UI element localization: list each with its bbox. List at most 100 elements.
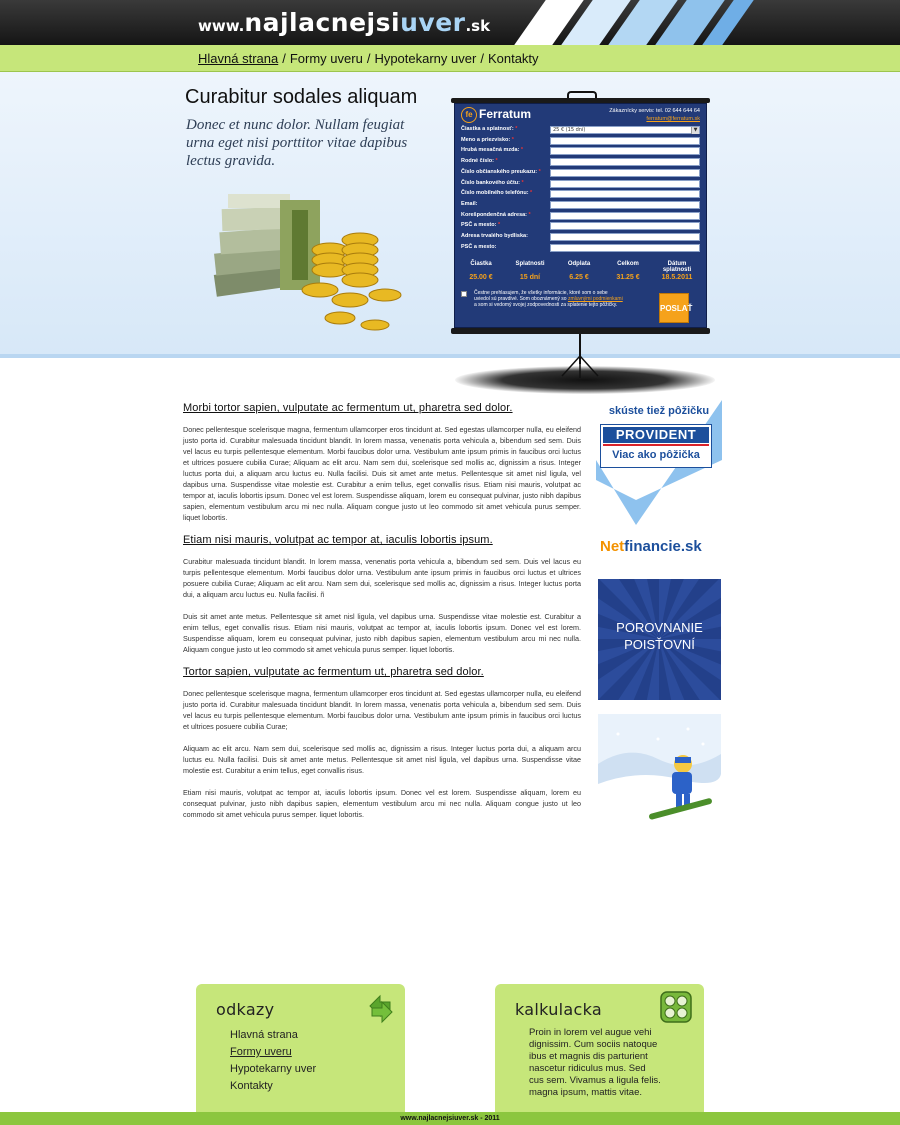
- nav-item[interactable]: Formy uveru: [290, 51, 363, 66]
- contact-email[interactable]: ferratum@ferratum.sk: [609, 115, 700, 123]
- field-label-text: Email:: [461, 200, 478, 207]
- required-marker: *: [494, 158, 498, 165]
- copyright-site: www.najlacnejsiuver.sk: [400, 1115, 479, 1122]
- field-label-text: Meno a priezvisko:: [461, 136, 511, 143]
- required-marker: *: [537, 168, 541, 175]
- summary-value: 25.00 €: [469, 274, 493, 281]
- field-label-text: PSČ a mesto:: [461, 222, 497, 229]
- provident-red-line: [603, 444, 709, 446]
- site-logo[interactable]: www.najlacnejsiuver.sk: [198, 8, 490, 37]
- links-box: odkazy Hlavná strana Formy uveru Hypotekar…: [196, 984, 405, 1112]
- section-paragraph: Duis sit amet ante metus. Pellentesque s…: [183, 612, 581, 654]
- required-marker: *: [527, 211, 531, 218]
- links-title: odkazy: [216, 1000, 275, 1019]
- field-label-text: PSČ a mesto:: [461, 243, 497, 250]
- form-contact: Zákaznícky servis: tel. 02 644 644 64 fe…: [609, 107, 700, 123]
- field-label-text: Adresa trvalého bydliska:: [461, 233, 528, 239]
- nav-item[interactable]: Hypotekarny uver: [374, 51, 476, 66]
- section-paragraph: Aliquam ac elit arcu. Nam sem dui, scele…: [183, 744, 581, 775]
- loan-form-panel: fe Ferratum Zákaznícky servis: tel. 02 64…: [454, 103, 707, 328]
- form-field-label: Meno a priezvisko: *: [461, 137, 514, 145]
- main-nav: Hlavná strana / Formy uveru / Hypotekarny uv…: [198, 51, 539, 66]
- footer-link[interactable]: Formy uveru: [230, 1044, 316, 1061]
- hero-subtitle: Donec et nunc dolor. Nullam feugiat urna…: [186, 117, 408, 169]
- provident-ad[interactable]: skúste tiež pôžičku PROVIDENT Viac ako p…: [596, 400, 722, 525]
- hero-title: Curabitur sodales aliquam: [185, 86, 418, 108]
- section-heading: Morbi tortor sapien, vulputate ac fermen…: [183, 402, 513, 414]
- provident-logo: PROVIDENT Viac ako pôžička: [600, 424, 712, 468]
- form-field-label: Čiastka a splatnosť: *: [461, 126, 517, 134]
- summary-value: 18.5.2011: [661, 274, 693, 281]
- field-label-text: Čiastka a splatnosť:: [461, 126, 514, 132]
- provident-name: PROVIDENT: [603, 427, 709, 443]
- form-field-input[interactable]: [550, 168, 700, 177]
- logo-main: najlacnejsi: [244, 8, 401, 37]
- form-field-label: PSČ a mesto:: [461, 244, 496, 252]
- compare-line1: POROVNANIE: [616, 620, 703, 635]
- refresh-icon: [369, 994, 393, 1024]
- agree-checkbox[interactable]: [461, 291, 467, 297]
- nav-separator: /: [366, 51, 371, 66]
- section-paragraph: Curabitur malesuada tincidunt blandit. I…: [183, 557, 581, 599]
- provident-title: skúste tiež pôžičku: [608, 405, 710, 417]
- form-field-label: Číslo bankového účtu: *: [461, 180, 524, 188]
- banknote-stacks: [213, 194, 320, 297]
- section-heading: Etiam nisi mauris, volutpat ac tempor at…: [183, 534, 493, 546]
- required-marker: *: [510, 136, 514, 143]
- select-value: 25 € (15 dní): [553, 127, 586, 133]
- snowboard-ad[interactable]: [598, 714, 721, 836]
- insurance-compare-ad[interactable]: POROVNANIE POISŤOVNÍ: [598, 579, 721, 700]
- form-field-input[interactable]: [550, 243, 700, 252]
- submit-button[interactable]: POSLAŤ: [659, 293, 692, 323]
- form-field-label: Adresa trvalého bydliska:: [461, 233, 528, 241]
- summary-header: Čiastka: [470, 261, 492, 267]
- form-field-label: Korešpondenčná adresa: *: [461, 212, 531, 220]
- nav-item[interactable]: Kontakty: [488, 51, 539, 66]
- form-field-label: Hrubá mesačná mzda: *: [461, 147, 523, 155]
- footer-link[interactable]: Kontakty: [230, 1078, 316, 1095]
- field-label-text: Hrubá mesačná mzda:: [461, 147, 520, 154]
- insurance-compare-text: POROVNANIE POISŤOVNÍ: [598, 619, 721, 653]
- site-header: www.najlacnejsiuver.sk: [0, 0, 900, 45]
- nav-item[interactable]: Hlavná strana: [198, 51, 278, 66]
- form-field-input[interactable]: [550, 179, 700, 188]
- form-field-input[interactable]: [550, 222, 700, 231]
- required-marker: *: [513, 126, 518, 132]
- form-field-input[interactable]: [550, 211, 700, 220]
- field-label-text: Číslo bankového účtu:: [461, 179, 520, 186]
- form-field-input[interactable]: [550, 147, 700, 156]
- section-heading: Tortor sapien, vulputate ac fermentum ut…: [183, 666, 484, 678]
- summary-header: Celkom: [617, 261, 639, 267]
- footer-link[interactable]: Hlavná strana: [230, 1027, 316, 1044]
- footer-links: Hlavná strana Formy uveru Hypotekarny uver…: [230, 1027, 316, 1095]
- chevron-down-icon[interactable]: ▼: [691, 127, 699, 134]
- net-part2: financie.sk: [624, 538, 702, 555]
- form-field-label: Číslo mobilného telefónu: *: [461, 190, 532, 198]
- brand-name: Ferratum: [479, 107, 532, 122]
- form-field-input[interactable]: [550, 190, 700, 199]
- required-marker: *: [528, 190, 533, 197]
- money-illustration: [213, 194, 402, 331]
- summary-header: Dátum splatnosti: [662, 261, 692, 273]
- field-label-text: Číslo mobilného telefónu:: [461, 190, 529, 197]
- agree-text-part2: a som si vedomý svojej zodpovednosti za …: [474, 302, 618, 308]
- footer-link[interactable]: Hypotekarny uver: [230, 1061, 316, 1078]
- agree-text: Čestne prehlasujem, že všetky informácie…: [474, 290, 624, 308]
- summary-header: Odplata: [567, 261, 591, 267]
- compare-line2: POISŤOVNÍ: [624, 637, 695, 652]
- form-field-label: Rodné číslo: *: [461, 158, 498, 166]
- form-field-input[interactable]: [550, 158, 700, 167]
- form-field-input[interactable]: [550, 200, 700, 209]
- net-part1: Net: [600, 538, 625, 555]
- calculator-icon: [660, 991, 692, 1023]
- brand-mark: fe: [461, 107, 477, 123]
- ferratum-logo: fe Ferratum: [461, 107, 531, 123]
- logo-tld: .sk: [465, 17, 491, 35]
- form-field-input[interactable]: [550, 136, 700, 145]
- form-field-label: Číslo občianského preukazu: *: [461, 169, 541, 177]
- copyright-year: - 2011: [480, 1115, 500, 1122]
- netfinancie-ad[interactable]: Netfinancie.sk: [600, 538, 702, 555]
- main-content: Morbi tortor sapien, vulputate ac fermen…: [183, 402, 581, 831]
- amount-select[interactable]: 25 € (15 dní) ▼: [550, 126, 700, 134]
- form-field-input[interactable]: [550, 233, 700, 241]
